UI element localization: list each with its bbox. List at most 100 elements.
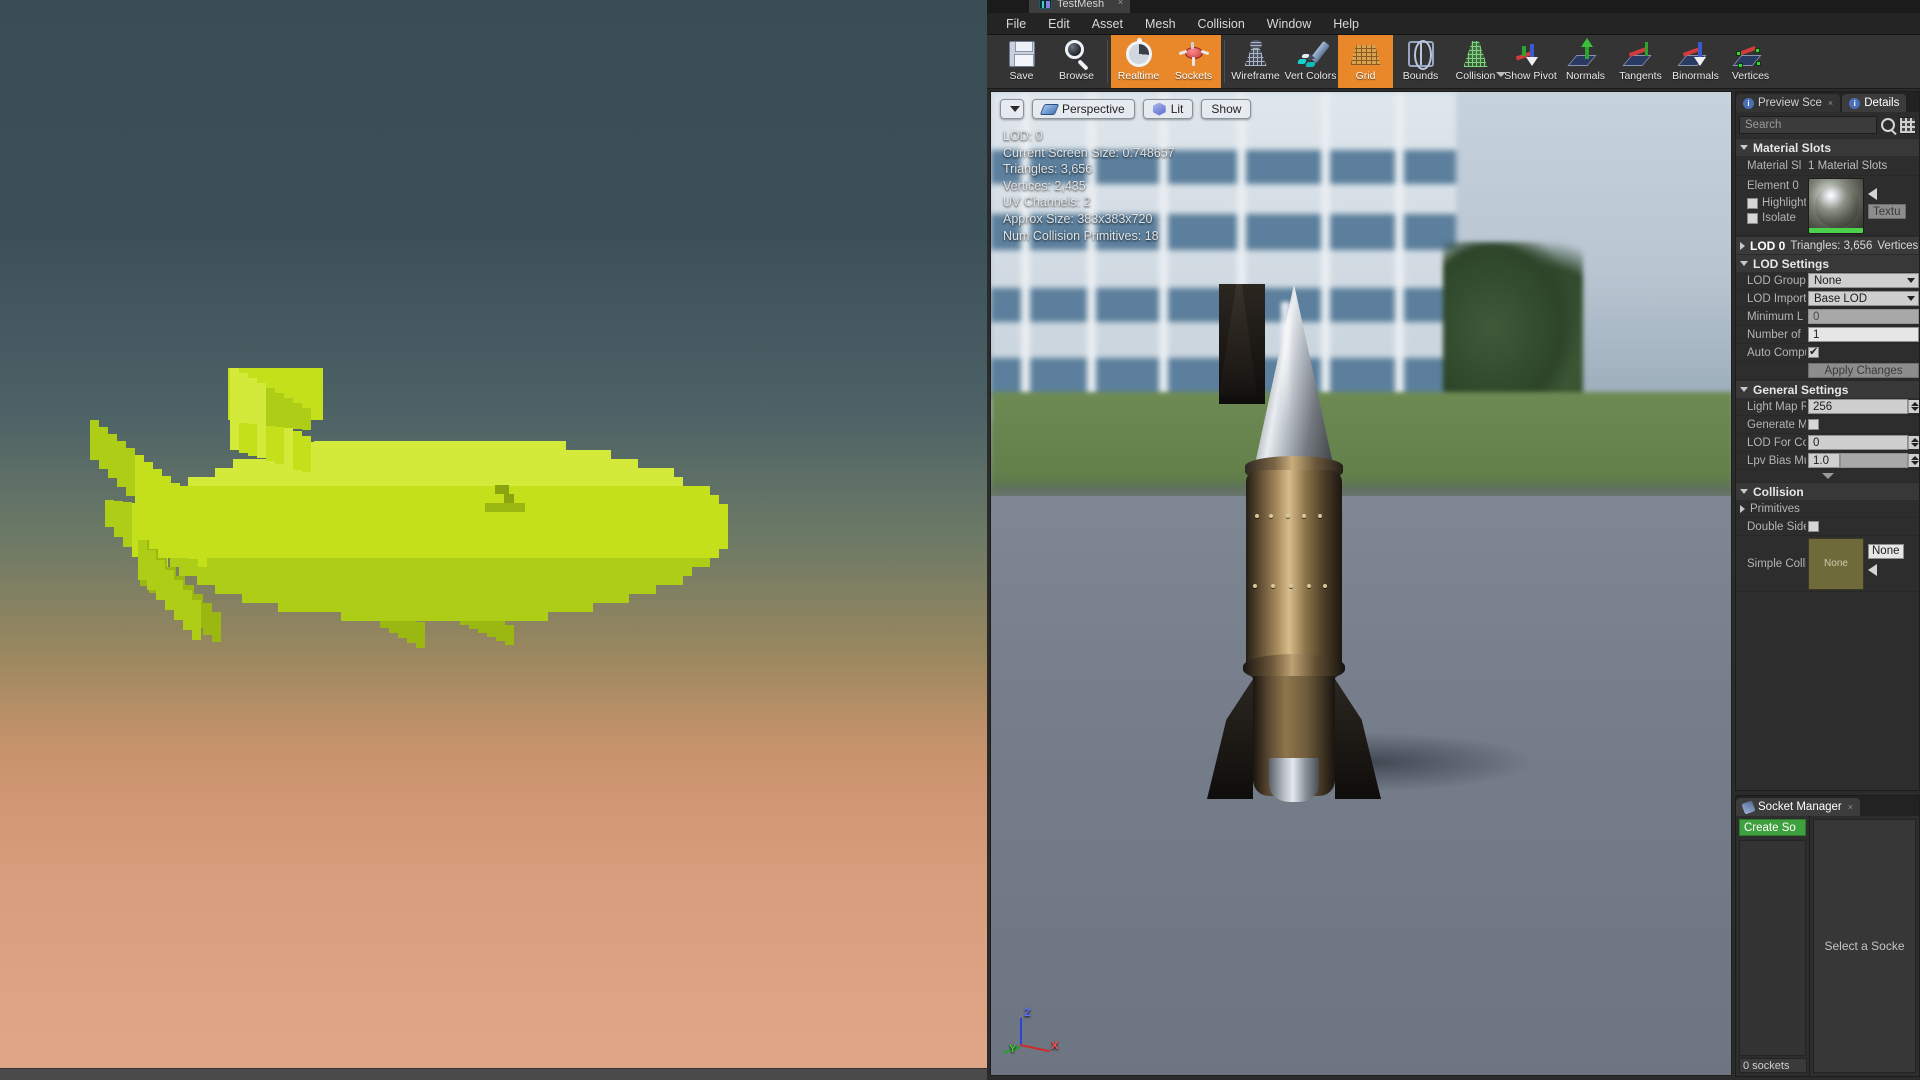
details-search-row: Search [1739,115,1916,135]
toolbar-button-wireframe[interactable]: Wireframe [1228,35,1283,88]
vertices-icon [1731,39,1768,69]
numeric-field[interactable]: 256 [1808,399,1908,414]
property-label: Minimum L [1747,310,1804,323]
toolbar-button-realtime[interactable]: Realtime [1111,35,1166,88]
toolbar-button-label: Collision [1455,70,1496,82]
dropdown-lod-import[interactable]: Base LOD [1808,291,1919,306]
scroll-down-hint[interactable] [1736,470,1919,482]
viewport-options-button[interactable] [1000,99,1024,119]
tab-preview-sce[interactable]: i Preview Sce × [1736,94,1841,112]
socket-count-label: 0 sockets [1739,1058,1807,1073]
menu-item-collision[interactable]: Collision [1187,15,1256,33]
menu-item-edit[interactable]: Edit [1037,15,1081,33]
menu-item-asset[interactable]: Asset [1081,15,1134,33]
show-label: Show [1211,102,1242,116]
voxel [269,450,611,459]
close-icon[interactable]: × [1118,0,1123,7]
chevron-down-icon [1740,387,1748,392]
tab-socket-manager[interactable]: Socket Manager × [1736,798,1861,816]
show-flags-button[interactable]: Show [1201,99,1252,119]
checkbox-auto-compu[interactable] [1808,347,1819,358]
toolbar-button-sockets[interactable]: Sockets [1166,35,1221,88]
mesh-preview-viewport[interactable]: Perspective Lit Show LOD: 0 Current Scree… [990,91,1732,1076]
rivet [1307,584,1312,588]
collision-asset-field[interactable]: None [1868,543,1904,559]
toolbar-button-browse[interactable]: Browse [1049,35,1104,88]
voxel [257,383,266,425]
section-header-general-settings[interactable]: General Settings [1736,380,1919,398]
toolbar-separator [1224,40,1225,83]
property-row: LOD Group None [1736,272,1919,290]
camera-mode-button[interactable]: Perspective [1032,99,1135,119]
dropdown-lod-group[interactable]: None [1808,273,1919,288]
apply-changes-button[interactable]: Apply Changes [1808,363,1919,378]
voxel [197,576,683,585]
search-icon[interactable] [1881,118,1895,132]
toolbar-button-label: Binormals [1672,70,1719,82]
highlight-checkbox[interactable] [1747,197,1758,209]
browse-to-asset-icon[interactable] [1868,563,1877,576]
close-icon[interactable]: × [1848,802,1853,812]
property-label: LOD For Col [1747,436,1806,449]
numeric-field[interactable]: 1.0 [1808,453,1840,468]
browse-to-asset-icon[interactable] [1868,188,1877,200]
left-preview-viewport[interactable] [0,0,987,1080]
socket-list[interactable] [1739,840,1806,1056]
section-header-material-slots[interactable]: Material Slots [1736,138,1919,156]
toolbar-button-collision[interactable]: Collision [1448,35,1506,88]
toolbar-button-vert-colors[interactable]: Vert Colors [1283,35,1338,88]
voxel [284,398,293,428]
row-value: 1 Material Slots [1808,159,1888,172]
material-status-bar [1809,228,1863,233]
axis-x-line [1020,1044,1050,1053]
rocket-body [1246,470,1342,682]
view-mode-button[interactable]: Lit [1142,99,1194,119]
voxel [416,622,425,648]
toolbar-button-save[interactable]: Save [994,35,1049,88]
section-header-lod-settings[interactable]: LOD Settings [1736,254,1919,272]
menu-item-help[interactable]: Help [1322,15,1370,33]
toolbar-button-show-pivot[interactable]: Show Pivot [1503,35,1558,88]
socket-manager-tab-label: Socket Manager [1758,801,1842,813]
create-socket-button[interactable]: Create So [1739,819,1806,836]
view-options-icon[interactable] [1899,116,1916,134]
stat-line: Approx Size: 383x383x720 [1003,211,1153,226]
isolate-checkbox[interactable] [1747,212,1758,224]
toolbar-button-binormals[interactable]: Binormals [1668,35,1723,88]
toolbar-button-grid[interactable]: Grid [1338,35,1393,88]
section-header-collision[interactable]: Collision [1736,482,1919,500]
stepper-icon[interactable] [1908,436,1919,449]
property-value [1806,347,1919,358]
toolbar-button-tangents[interactable]: Tangents [1613,35,1668,88]
toolbar-button-bounds[interactable]: Bounds [1393,35,1448,88]
tab-details[interactable]: i Details [1842,94,1907,112]
close-icon[interactable]: × [1828,98,1833,108]
info-icon: i [1849,97,1861,109]
menu-item-window[interactable]: Window [1256,15,1322,33]
stepper-icon[interactable] [1908,400,1919,413]
rivet [1255,514,1259,518]
checkbox-generate-m[interactable] [1808,419,1819,430]
menu-item-mesh[interactable]: Mesh [1134,15,1187,33]
text-field[interactable]: 1 [1808,327,1919,342]
numeric-field[interactable]: 0 [1808,435,1908,450]
texture-button[interactable]: Textu [1868,204,1906,219]
search-input[interactable]: Search [1739,116,1877,134]
primitives-row[interactable]: Primitives [1736,500,1919,518]
stat-line: Vertices: 2,435 [1003,178,1086,193]
lod0-summary-bar[interactable]: LOD 0 Triangles: 3,656 Vertices: [1736,236,1919,254]
voxel [105,500,114,527]
asset-tab[interactable]: TestMesh × [1029,0,1131,13]
material-preview-sphere [1815,184,1859,228]
toolbar-button-normals[interactable]: Normals [1558,35,1613,88]
toolbar-button-vertices[interactable]: Vertices [1723,35,1778,88]
double-sided-checkbox[interactable] [1808,521,1819,532]
toolbar-button-label: Bounds [1402,70,1439,82]
lit-cube-icon [1153,103,1166,116]
voxel-rocket-model [80,368,900,720]
menu-item-file[interactable]: File [995,15,1037,33]
stepper-icon[interactable] [1908,454,1919,467]
collision-thumbnail[interactable]: None [1808,537,1864,590]
toolbar-button-label: Sockets [1174,70,1213,82]
material-thumbnail[interactable] [1808,178,1864,234]
